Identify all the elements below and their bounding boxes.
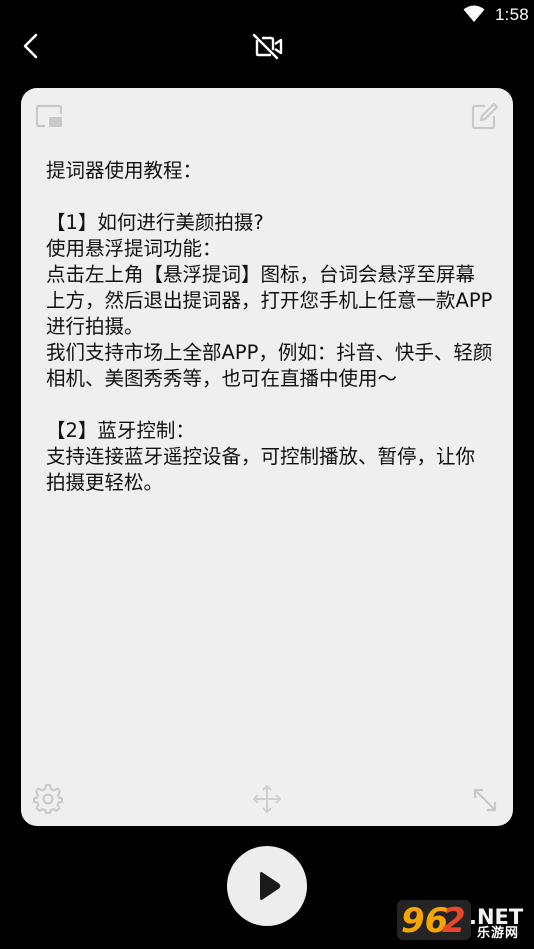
play-button[interactable] — [227, 846, 307, 926]
teleprompter-screen: 1:58 提词器使用教程： 【1】如何进行美颜拍摄? 使用悬浮提词功能： 点击左… — [0, 0, 534, 949]
gear-icon[interactable] — [33, 784, 63, 814]
chevron-left-icon[interactable] — [17, 32, 45, 60]
play-icon — [260, 872, 281, 900]
status-bar: 1:58 — [0, 0, 534, 30]
move-icon[interactable] — [251, 783, 283, 815]
resize-icon[interactable] — [470, 785, 500, 815]
teleprompter-card: 提词器使用教程： 【1】如何进行美颜拍摄? 使用悬浮提词功能： 点击左上角【悬浮… — [21, 88, 513, 826]
svg-text:2: 2 — [442, 901, 466, 941]
status-time: 1:58 — [495, 5, 529, 24]
camera-off-icon[interactable] — [250, 32, 284, 60]
watermark-text: 乐游网 — [477, 926, 520, 941]
wifi-icon — [463, 5, 485, 22]
teleprompter-script[interactable]: 提词器使用教程： 【1】如何进行美颜拍摄? 使用悬浮提词功能： 点击左上角【悬浮… — [46, 158, 494, 496]
floating-window-icon[interactable] — [34, 102, 64, 130]
edit-icon[interactable] — [469, 102, 499, 130]
